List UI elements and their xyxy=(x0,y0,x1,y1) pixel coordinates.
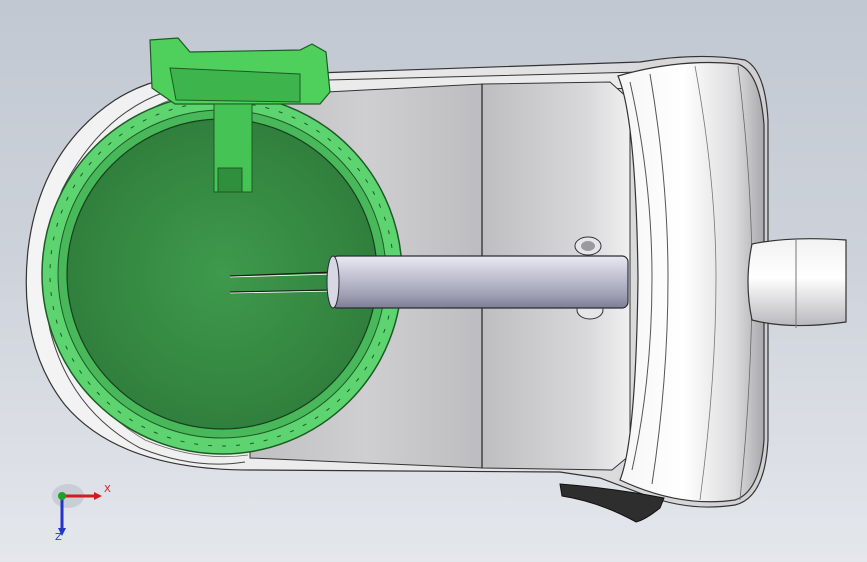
3d-model-view[interactable] xyxy=(0,0,867,562)
cad-viewport[interactable]: X Z xyxy=(0,0,867,562)
coordinate-triad: X Z xyxy=(46,480,116,550)
clip-front-face xyxy=(169,67,301,103)
y-axis-dot xyxy=(58,492,66,500)
side-knob[interactable] xyxy=(747,238,847,327)
screw-hole-top-inner xyxy=(581,241,595,251)
probe-tube[interactable] xyxy=(331,255,629,309)
clip-stem-tip xyxy=(217,167,243,193)
x-axis-arrowhead xyxy=(94,492,102,500)
x-axis-label: X xyxy=(104,484,111,495)
end-cap xyxy=(617,61,765,503)
z-axis-label: Z xyxy=(55,532,62,543)
probe-tube-end xyxy=(326,255,340,309)
